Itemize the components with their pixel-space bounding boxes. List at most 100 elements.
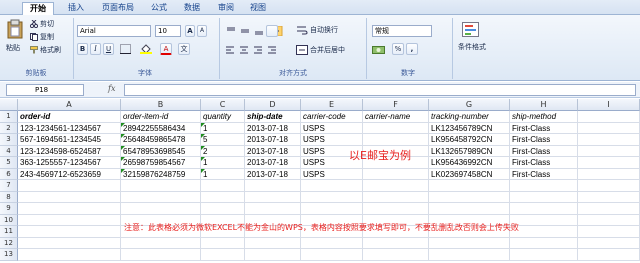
empty-cell[interactable] <box>510 237 578 249</box>
empty-cell[interactable] <box>429 191 510 203</box>
name-box[interactable]: P18 <box>6 84 84 96</box>
empty-cell[interactable] <box>578 203 640 215</box>
empty-cell[interactable] <box>245 180 301 192</box>
empty-cell[interactable] <box>578 168 640 180</box>
column-header[interactable]: B <box>121 99 201 111</box>
data-cell[interactable]: 1 <box>201 168 245 180</box>
data-cell[interactable]: 1 <box>201 122 245 134</box>
data-cell[interactable]: 2013-07-18 <box>245 145 301 157</box>
data-cell[interactable]: LK956458792CN <box>429 134 510 146</box>
column-header[interactable]: G <box>429 99 510 111</box>
data-cell[interactable]: 567-1694561-1234545 <box>18 134 121 146</box>
format-painter-button[interactable]: 格式刷 <box>40 45 61 55</box>
header-cell[interactable]: order-id <box>18 111 121 123</box>
empty-cell[interactable] <box>245 249 301 261</box>
data-cell[interactable]: 32159876248759 <box>121 168 201 180</box>
empty-cell[interactable] <box>578 237 640 249</box>
data-cell[interactable]: 5 <box>201 134 245 146</box>
empty-cell[interactable] <box>245 203 301 215</box>
font-name-select[interactable]: Arial <box>77 25 151 37</box>
row-header[interactable]: 9 <box>0 203 18 215</box>
empty-cell[interactable] <box>578 134 640 146</box>
tab-review[interactable]: 审阅 <box>212 2 240 15</box>
row-header[interactable]: 6 <box>0 168 18 180</box>
row-header[interactable]: 4 <box>0 145 18 157</box>
empty-cell[interactable] <box>18 203 121 215</box>
data-cell[interactable]: 28942255586434 <box>121 122 201 134</box>
empty-cell[interactable] <box>121 191 201 203</box>
empty-cell[interactable] <box>578 249 640 261</box>
data-cell[interactable] <box>363 134 429 146</box>
column-header[interactable]: H <box>510 99 578 111</box>
data-cell[interactable] <box>363 122 429 134</box>
empty-cell[interactable] <box>121 203 201 215</box>
tab-formulas[interactable]: 公式 <box>145 2 173 15</box>
grow-font-button[interactable]: A <box>185 25 195 37</box>
row-header[interactable]: 7 <box>0 180 18 192</box>
data-cell[interactable]: 26598759854567 <box>121 157 201 169</box>
column-header[interactable]: C <box>201 99 245 111</box>
empty-cell[interactable] <box>18 180 121 192</box>
empty-cell[interactable] <box>510 249 578 261</box>
empty-cell[interactable] <box>18 214 121 226</box>
data-cell[interactable]: 363-1255557-1234567 <box>18 157 121 169</box>
empty-cell[interactable] <box>201 180 245 192</box>
empty-cell[interactable] <box>245 237 301 249</box>
header-cell[interactable]: carrier-code <box>301 111 363 123</box>
empty-cell[interactable] <box>201 249 245 261</box>
column-header[interactable]: F <box>363 99 429 111</box>
empty-cell[interactable] <box>510 203 578 215</box>
data-cell[interactable]: LK023697458CN <box>429 168 510 180</box>
data-cell[interactable]: LK123456789CN <box>429 122 510 134</box>
empty-cell[interactable] <box>578 145 640 157</box>
paste-button[interactable]: 粘贴 <box>4 19 26 53</box>
orientation-button[interactable] <box>266 25 278 37</box>
cut-button[interactable]: 剪切 <box>40 19 54 29</box>
empty-cell[interactable] <box>363 237 429 249</box>
data-cell[interactable]: USPS <box>301 122 363 134</box>
header-cell[interactable]: order-item-id <box>121 111 201 123</box>
empty-cell[interactable] <box>510 226 578 238</box>
merge-center-button[interactable]: 合并后居中 <box>310 45 345 55</box>
data-cell[interactable]: 2013-07-18 <box>245 168 301 180</box>
row-header[interactable]: 5 <box>0 157 18 169</box>
tab-data[interactable]: 数据 <box>178 2 206 15</box>
data-cell[interactable]: First-Class <box>510 145 578 157</box>
header-cell[interactable]: tracking-number <box>429 111 510 123</box>
empty-cell[interactable] <box>18 226 121 238</box>
empty-cell[interactable] <box>363 249 429 261</box>
data-cell[interactable]: USPS <box>301 134 363 146</box>
percent-button[interactable]: % <box>392 43 404 55</box>
empty-cell[interactable] <box>301 180 363 192</box>
data-cell[interactable]: LK132657989CN <box>429 145 510 157</box>
data-cell[interactable]: First-Class <box>510 168 578 180</box>
insert-function-button[interactable]: fx <box>108 84 115 93</box>
italic-button[interactable]: I <box>90 43 101 55</box>
font-color-button[interactable]: A <box>160 43 172 55</box>
horizontal-align-icons[interactable] <box>225 45 283 55</box>
comma-button[interactable]: , <box>406 43 418 55</box>
data-cell[interactable]: 243-4569712-6523659 <box>18 168 121 180</box>
empty-cell[interactable] <box>363 203 429 215</box>
borders-icon[interactable] <box>120 44 132 54</box>
fill-color-icon[interactable] <box>140 44 152 54</box>
column-header[interactable]: D <box>245 99 301 111</box>
empty-cell[interactable] <box>201 191 245 203</box>
empty-cell[interactable] <box>510 214 578 226</box>
empty-cell[interactable] <box>429 180 510 192</box>
empty-cell[interactable] <box>429 237 510 249</box>
row-header[interactable]: 2 <box>0 122 18 134</box>
empty-cell[interactable] <box>18 191 121 203</box>
row-header[interactable]: 3 <box>0 134 18 146</box>
empty-cell[interactable] <box>578 214 640 226</box>
select-all-corner[interactable] <box>0 99 18 111</box>
row-header[interactable]: 8 <box>0 191 18 203</box>
data-cell[interactable]: 2013-07-18 <box>245 122 301 134</box>
row-header[interactable]: 13 <box>0 249 18 261</box>
empty-cell[interactable] <box>18 237 121 249</box>
header-cell[interactable]: carrier-name <box>363 111 429 123</box>
currency-icon[interactable] <box>372 45 386 55</box>
empty-cell[interactable] <box>201 237 245 249</box>
data-cell[interactable]: 123-1234561-1234567 <box>18 122 121 134</box>
empty-cell[interactable] <box>510 191 578 203</box>
